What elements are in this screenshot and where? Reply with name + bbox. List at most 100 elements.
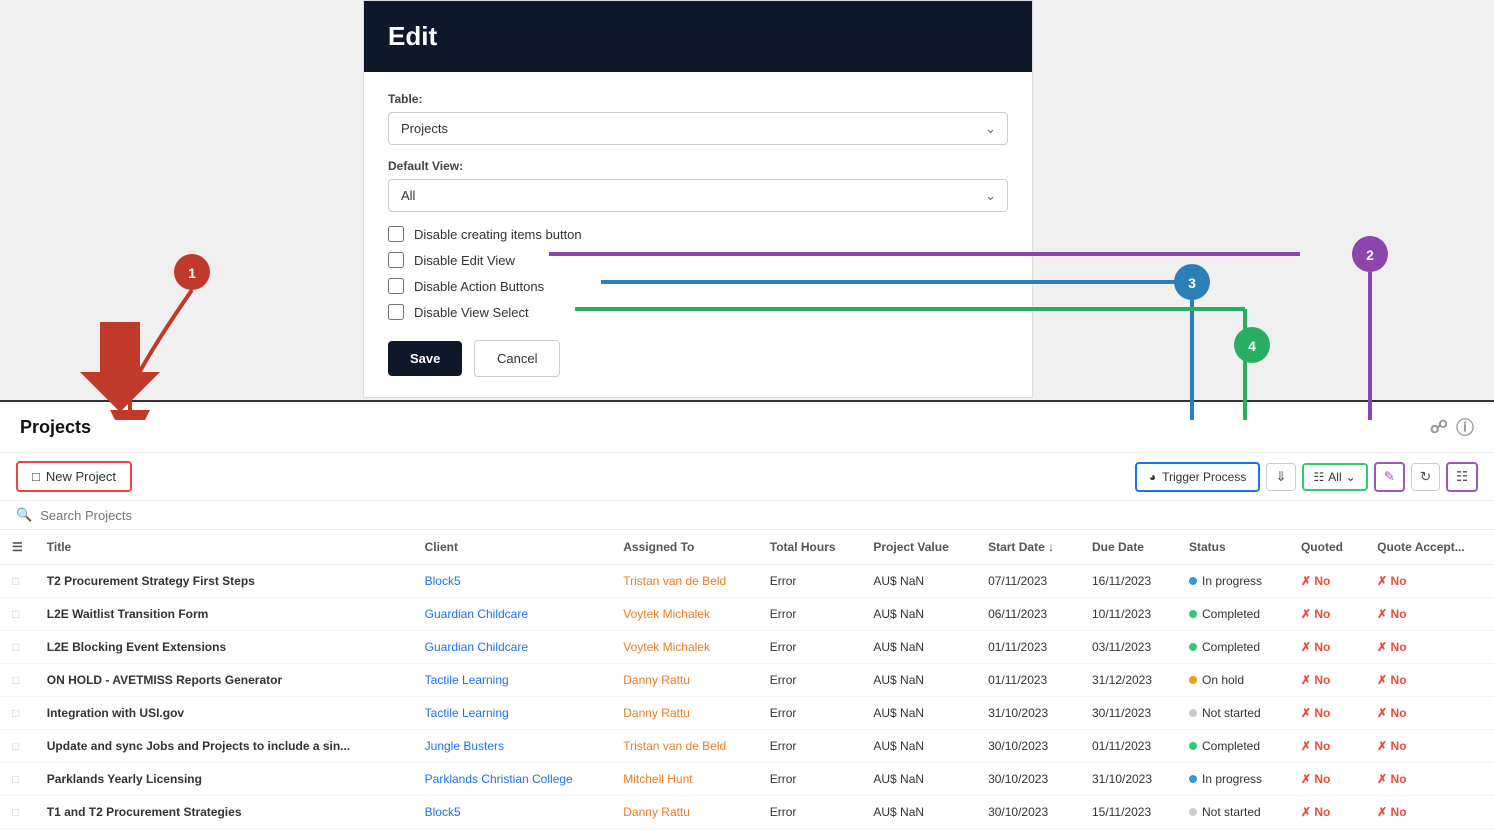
projects-title-bar: Projects ☍ ⓘ <box>0 402 1494 453</box>
col-quote-accept: Quote Accept... <box>1365 530 1494 565</box>
row-start: 31/10/2023 <box>976 697 1080 730</box>
row-title: ON HOLD - AVETMISS Reports Generator <box>35 664 413 697</box>
checkbox-disable-view-select[interactable] <box>388 304 404 320</box>
row-quote-accept: ✗ No <box>1365 598 1494 631</box>
filter-button[interactable]: ☷ All ⌄ <box>1302 463 1368 491</box>
cancel-button[interactable]: Cancel <box>474 340 560 377</box>
search-input[interactable] <box>40 508 240 523</box>
row-value: AU$ NaN <box>861 598 976 631</box>
row-quote-accept: ✗ No <box>1365 664 1494 697</box>
row-status: Completed <box>1177 598 1289 631</box>
filter-chevron: ⌄ <box>1346 470 1356 484</box>
row-assigned: Voytek Michalek <box>611 631 758 664</box>
row-due: 01/11/2023 <box>1080 730 1177 763</box>
row-due: 16/11/2023 <box>1080 565 1177 598</box>
row-value: AU$ NaN <box>861 763 976 796</box>
row-assigned: Danny Rattu <box>611 664 758 697</box>
edit-body: Table: Projects ⌄ Default View: All ⌄ Di… <box>364 72 1032 397</box>
row-value: AU$ NaN <box>861 664 976 697</box>
edit-pencil-icon: ✎ <box>1384 469 1395 485</box>
trigger-icon: ◕ <box>1149 470 1156 484</box>
row-quoted: ✗ No <box>1289 664 1365 697</box>
row-assigned: Danny Rattu <box>611 697 758 730</box>
row-title: T1 and T2 Procurement Strategies <box>35 796 413 829</box>
refresh-button[interactable]: ↻ <box>1411 463 1440 491</box>
row-quoted: ✗ No <box>1289 763 1365 796</box>
col-status: Status <box>1177 530 1289 565</box>
row-title: L2E Waitlist Transition Form <box>35 598 413 631</box>
row-status: Not started <box>1177 697 1289 730</box>
grid-view-button[interactable]: ☷ <box>1446 462 1478 492</box>
table-container: ☰ Title Client Assigned To Total Hours P… <box>0 530 1494 829</box>
row-value: AU$ NaN <box>861 796 976 829</box>
row-status: Completed <box>1177 730 1289 763</box>
row-start: 01/11/2023 <box>976 631 1080 664</box>
table-row: □ L2E Blocking Event Extensions Guardian… <box>0 631 1494 664</box>
checkbox-item-1[interactable]: Disable creating items button <box>388 226 1008 242</box>
checkbox-label-4: Disable View Select <box>414 305 529 320</box>
trigger-process-button[interactable]: ◕ Trigger Process <box>1135 462 1261 492</box>
checkbox-item-4[interactable]: Disable View Select <box>388 304 1008 320</box>
table-row: □ T1 and T2 Procurement Strategies Block… <box>0 796 1494 829</box>
toolbar-right: ◕ Trigger Process ⇓ ☷ All ⌄ ✎ ↻ ☷ <box>1135 462 1478 492</box>
form-actions: Save Cancel <box>388 340 1008 377</box>
row-drag: □ <box>0 763 35 796</box>
edit-button[interactable]: ✎ <box>1374 462 1405 492</box>
search-bar: 🔍 <box>0 501 1494 530</box>
row-title: Update and sync Jobs and Projects to inc… <box>35 730 413 763</box>
search-icon: 🔍 <box>16 507 32 523</box>
new-project-button[interactable]: □ New Project <box>16 461 132 492</box>
save-button[interactable]: Save <box>388 341 462 376</box>
import-button[interactable]: ⇓ <box>1266 463 1295 491</box>
row-hours: Error <box>758 565 862 598</box>
edit-title: Edit <box>388 21 437 51</box>
filter-label: All <box>1328 470 1341 484</box>
row-client: Parklands Christian College <box>413 763 612 796</box>
row-quote-accept: ✗ No <box>1365 631 1494 664</box>
row-quote-accept: ✗ No <box>1365 697 1494 730</box>
col-assigned: Assigned To <box>611 530 758 565</box>
row-start: 30/10/2023 <box>976 730 1080 763</box>
trigger-label: Trigger Process <box>1162 470 1246 484</box>
row-due: 30/11/2023 <box>1080 697 1177 730</box>
checkbox-item-3[interactable]: Disable Action Buttons <box>388 278 1008 294</box>
row-drag: □ <box>0 730 35 763</box>
row-quoted: ✗ No <box>1289 598 1365 631</box>
row-hours: Error <box>758 664 862 697</box>
row-quoted: ✗ No <box>1289 565 1365 598</box>
col-drag: ☰ <box>0 530 35 565</box>
title-bar-icon-2: ⓘ <box>1456 414 1474 440</box>
row-assigned: Tristan van de Beld <box>611 565 758 598</box>
row-start: 01/11/2023 <box>976 664 1080 697</box>
table-row: □ Integration with USI.gov Tactile Learn… <box>0 697 1494 730</box>
refresh-icon: ↻ <box>1420 469 1431 485</box>
row-status: Not started <box>1177 796 1289 829</box>
checkbox-disable-creating[interactable] <box>388 226 404 242</box>
checkbox-label-1: Disable creating items button <box>414 227 582 242</box>
row-quote-accept: ✗ No <box>1365 763 1494 796</box>
checkbox-group: Disable creating items button Disable Ed… <box>388 226 1008 320</box>
col-start: Start Date ↓ <box>976 530 1080 565</box>
row-client: Guardian Childcare <box>413 598 612 631</box>
row-quote-accept: ✗ No <box>1365 565 1494 598</box>
checkbox-disable-action-buttons[interactable] <box>388 278 404 294</box>
row-hours: Error <box>758 730 862 763</box>
row-quoted: ✗ No <box>1289 796 1365 829</box>
import-icon: ⇓ <box>1275 469 1286 485</box>
table-row: □ Update and sync Jobs and Projects to i… <box>0 730 1494 763</box>
default-view-select[interactable]: All <box>388 179 1008 212</box>
table-row: □ Parklands Yearly Licensing Parklands C… <box>0 763 1494 796</box>
row-client: Block5 <box>413 565 612 598</box>
row-client: Block5 <box>413 796 612 829</box>
table-header-row: ☰ Title Client Assigned To Total Hours P… <box>0 530 1494 565</box>
row-assigned: Danny Rattu <box>611 796 758 829</box>
row-drag: □ <box>0 598 35 631</box>
checkbox-disable-edit-view[interactable] <box>388 252 404 268</box>
row-hours: Error <box>758 763 862 796</box>
checkbox-item-2[interactable]: Disable Edit View <box>388 252 1008 268</box>
table-select[interactable]: Projects <box>388 112 1008 145</box>
col-hours: Total Hours <box>758 530 862 565</box>
row-hours: Error <box>758 796 862 829</box>
checkbox-label-3: Disable Action Buttons <box>414 279 544 294</box>
projects-section: Projects ☍ ⓘ □ New Project ◕ Trigger Pro… <box>0 400 1494 840</box>
